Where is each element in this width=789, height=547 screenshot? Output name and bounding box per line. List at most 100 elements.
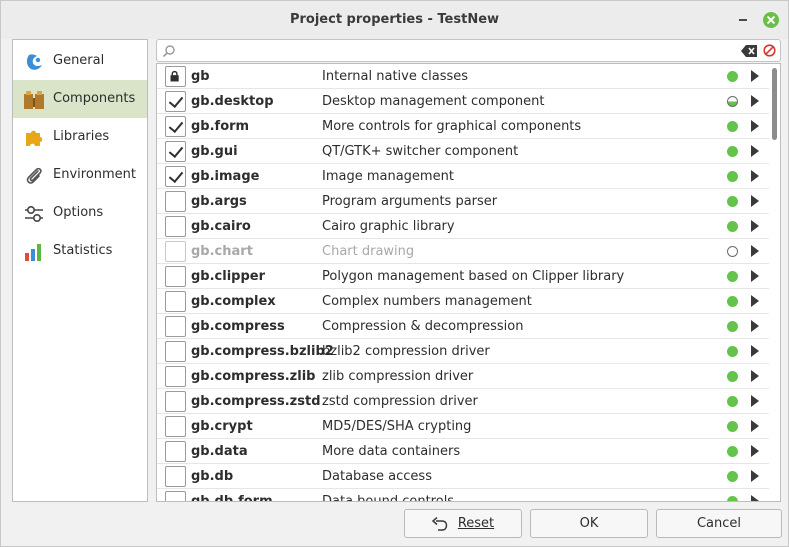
component-checkbox[interactable] (165, 216, 186, 237)
sidebar-item-libraries[interactable]: Libraries (13, 118, 147, 156)
component-checkbox[interactable] (165, 141, 186, 162)
table-row[interactable]: gb.cairo Cairo graphic library (157, 214, 769, 239)
table-row[interactable]: gb Internal native classes (157, 64, 769, 89)
table-row[interactable]: gb.compress Compression & decompression (157, 314, 769, 339)
clear-text-icon[interactable] (741, 45, 757, 57)
cancel-button[interactable]: Cancel (656, 509, 782, 538)
component-name: gb.args (191, 194, 247, 209)
component-checkbox[interactable] (165, 291, 186, 312)
table-row[interactable]: gb.compress.zlib zlib compression driver (157, 364, 769, 389)
component-checkbox[interactable] (165, 491, 186, 501)
expand-arrow-icon[interactable] (751, 345, 759, 357)
expand-arrow-icon[interactable] (751, 495, 759, 501)
status-icon (727, 121, 738, 132)
expand-arrow-icon[interactable] (751, 320, 759, 332)
bar-chart-icon (25, 244, 41, 261)
sidebar-item-general[interactable]: General (13, 42, 147, 80)
no-filter-icon[interactable] (763, 44, 776, 57)
component-checkbox[interactable] (165, 166, 186, 187)
expand-arrow-icon[interactable] (751, 370, 759, 382)
component-checkbox[interactable] (165, 191, 186, 212)
table-row[interactable]: gb.compress.zstd zstd compression driver (157, 389, 769, 414)
sidebar-item-components[interactable]: Components (13, 80, 147, 118)
expand-arrow-icon[interactable] (751, 220, 759, 232)
search-icon (162, 45, 175, 58)
expand-arrow-icon[interactable] (751, 445, 759, 457)
component-description: zstd compression driver (322, 394, 478, 409)
close-icon[interactable] (763, 12, 779, 28)
expand-arrow-icon[interactable] (751, 395, 759, 407)
expand-arrow-icon[interactable] (751, 145, 759, 157)
expand-arrow-icon[interactable] (751, 420, 759, 432)
component-name: gb.compress.zstd (191, 394, 321, 409)
scrollbar-thumb[interactable] (772, 68, 777, 140)
component-checkbox[interactable] (165, 441, 186, 462)
status-icon (727, 246, 738, 257)
toggle-icon (25, 205, 43, 223)
expand-arrow-icon[interactable] (751, 195, 759, 207)
component-description: Image management (322, 169, 454, 184)
expand-arrow-icon[interactable] (751, 170, 759, 182)
table-row[interactable]: gb.form More controls for graphical compo… (157, 114, 769, 139)
component-checkbox[interactable] (165, 391, 186, 412)
component-description: Program arguments parser (322, 194, 498, 209)
component-checkbox[interactable] (165, 366, 186, 387)
puzzle-icon (26, 130, 43, 146)
table-row[interactable]: gb.complex Complex numbers management (157, 289, 769, 314)
component-checkbox[interactable] (165, 91, 186, 112)
component-checkbox[interactable] (165, 466, 186, 487)
gambas-icon (26, 54, 42, 70)
expand-arrow-icon[interactable] (751, 270, 759, 282)
reset-button[interactable]: Reset (404, 509, 522, 538)
table-row[interactable]: gb.image Image management (157, 164, 769, 189)
component-checkbox[interactable] (165, 266, 186, 287)
status-icon (727, 296, 738, 307)
minimize-icon[interactable] (734, 10, 752, 28)
sidebar-item-statistics[interactable]: Statistics (13, 232, 147, 270)
status-icon (727, 146, 738, 157)
component-description: Cairo graphic library (322, 219, 455, 234)
component-description: Polygon management based on Clipper libr… (322, 269, 625, 284)
table-row[interactable]: gb.gui QT/GTK+ switcher component (157, 139, 769, 164)
vertical-scrollbar[interactable] (770, 64, 780, 501)
expand-arrow-icon[interactable] (751, 295, 759, 307)
table-row[interactable]: gb.clipper Polygon management based on Cl… (157, 264, 769, 289)
status-icon (727, 271, 738, 282)
lock-checkbox (165, 66, 186, 87)
component-description: Compression & decompression (322, 319, 524, 334)
expand-arrow-icon[interactable] (751, 470, 759, 482)
component-checkbox[interactable] (165, 416, 186, 437)
sidebar-item-environment[interactable]: Environment (13, 156, 147, 194)
table-row[interactable]: gb.data More data containers (157, 439, 769, 464)
component-checkbox[interactable] (165, 341, 186, 362)
ok-button-label: OK (579, 516, 599, 531)
expand-arrow-icon[interactable] (751, 95, 759, 107)
table-row[interactable]: gb.desktop Desktop management component (157, 89, 769, 114)
component-checkbox[interactable] (165, 116, 186, 137)
table-row[interactable]: gb.chart Chart drawing (157, 239, 769, 264)
status-icon (727, 421, 738, 432)
status-icon (727, 196, 738, 207)
status-icon (727, 321, 738, 332)
sidebar-item-options[interactable]: Options (13, 194, 147, 232)
lock-icon (170, 70, 179, 82)
search-input[interactable] (181, 42, 741, 59)
component-name: gb.db.form (191, 494, 273, 502)
component-name: gb.crypt (191, 419, 253, 434)
title-bar[interactable]: Project properties - TestNew (1, 1, 788, 39)
table-row[interactable]: gb.db Database access (157, 464, 769, 489)
table-row[interactable]: gb.crypt MD5/DES/SHA crypting (157, 414, 769, 439)
ok-button[interactable]: OK (530, 509, 648, 538)
expand-arrow-icon[interactable] (751, 120, 759, 132)
table-row[interactable]: gb.args Program arguments parser (157, 189, 769, 214)
sidebar: General Components Libraries Environment (12, 39, 148, 502)
expand-arrow-icon[interactable] (751, 70, 759, 82)
table-row[interactable]: gb.compress.bzlib2 bzlib2 compression dri… (157, 339, 769, 364)
expand-arrow-icon[interactable] (751, 245, 759, 257)
cancel-button-label: Cancel (696, 516, 742, 531)
component-name: gb.compress (191, 319, 285, 334)
component-checkbox[interactable] (165, 316, 186, 337)
project-properties-window: Project properties - TestNew General Com… (0, 0, 789, 547)
component-name: gb.cairo (191, 219, 251, 234)
table-row[interactable]: gb.db.form Data bound controls (157, 489, 769, 502)
